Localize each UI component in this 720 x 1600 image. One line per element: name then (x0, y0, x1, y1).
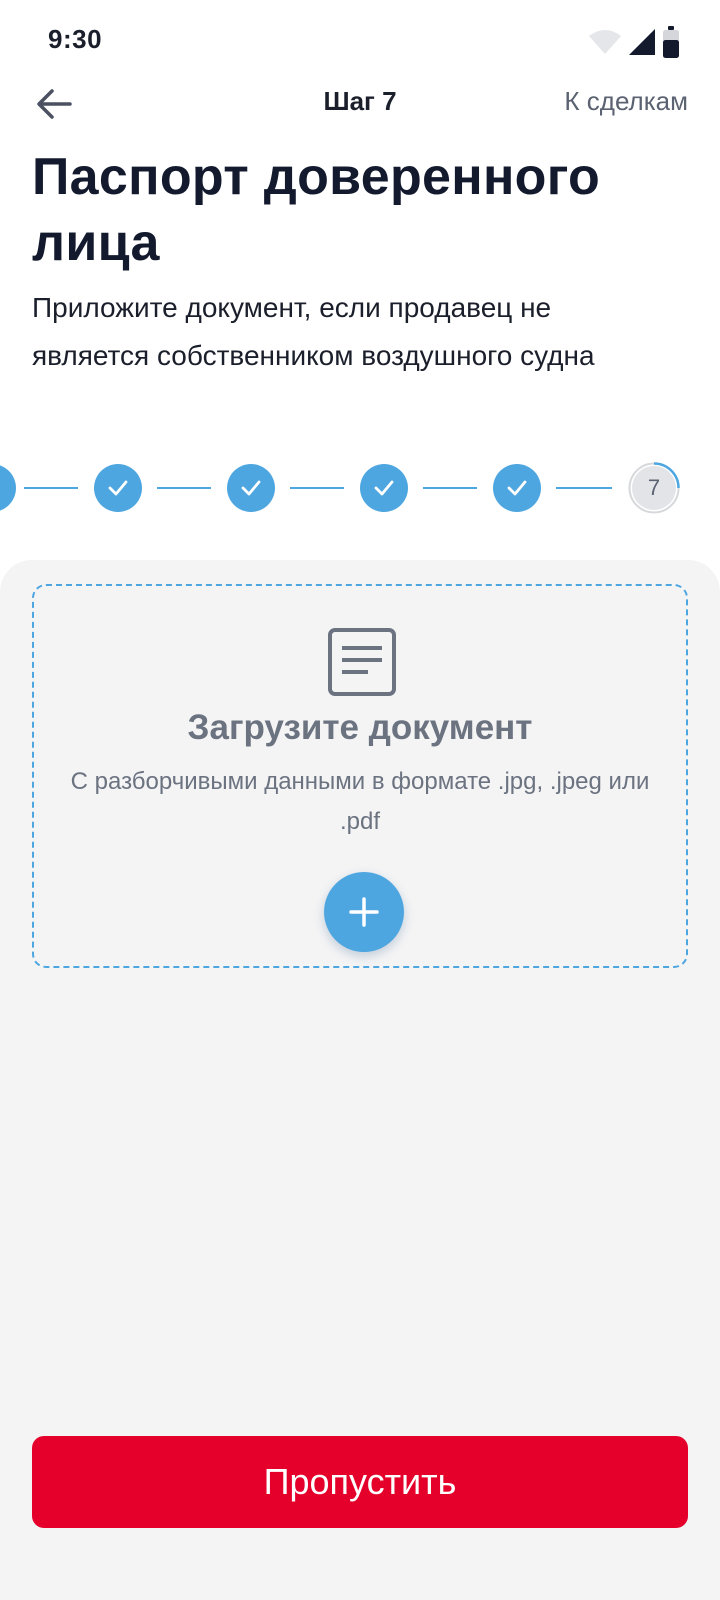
upload-title: Загрузите документ (187, 708, 533, 747)
check-icon (241, 480, 261, 496)
step-dot-completed (94, 464, 142, 512)
document-icon (328, 628, 396, 696)
step-connector (24, 487, 78, 489)
step-connector (556, 487, 612, 489)
step-connector (157, 487, 211, 489)
page-subtitle: Приложите документ, если продавец не явл… (32, 292, 595, 371)
screen: 9:30 Шаг 7 К сделкам Паспорт доверенного… (0, 0, 720, 1600)
step-current-number: 7 (632, 466, 676, 510)
upload-hint: С разборчивыми данными в формате .jpg, .… (70, 768, 650, 835)
skip-button[interactable]: Пропустить (32, 1436, 688, 1528)
progress-stepper: 7 (0, 460, 720, 516)
battery-icon (663, 26, 679, 58)
status-icons (588, 26, 680, 58)
status-time: 9:30 (48, 24, 103, 54)
step-dot-completed (227, 464, 275, 512)
step-dot-current: 7 (628, 462, 680, 514)
signal-icon (629, 29, 655, 55)
plus-icon (349, 897, 379, 927)
check-icon (108, 480, 128, 496)
check-icon (374, 480, 394, 496)
page-title: Паспорт доверенного лица (32, 148, 601, 272)
step-dot-completed (360, 464, 408, 512)
content-sheet: Загрузите документ С разборчивыми данным… (0, 560, 720, 1600)
step-dot-completed (0, 464, 16, 512)
wifi-icon (589, 30, 621, 54)
check-icon (507, 480, 527, 496)
status-bar: 9:30 (0, 0, 720, 80)
app-bar: Шаг 7 К сделкам (0, 72, 720, 136)
step-connector (423, 487, 477, 489)
step-dot-completed (493, 464, 541, 512)
add-document-button[interactable] (324, 872, 404, 952)
deals-link[interactable]: К сделкам (564, 86, 688, 117)
step-connector (290, 487, 344, 489)
upload-dropzone[interactable]: Загрузите документ С разборчивыми данным… (32, 584, 688, 968)
